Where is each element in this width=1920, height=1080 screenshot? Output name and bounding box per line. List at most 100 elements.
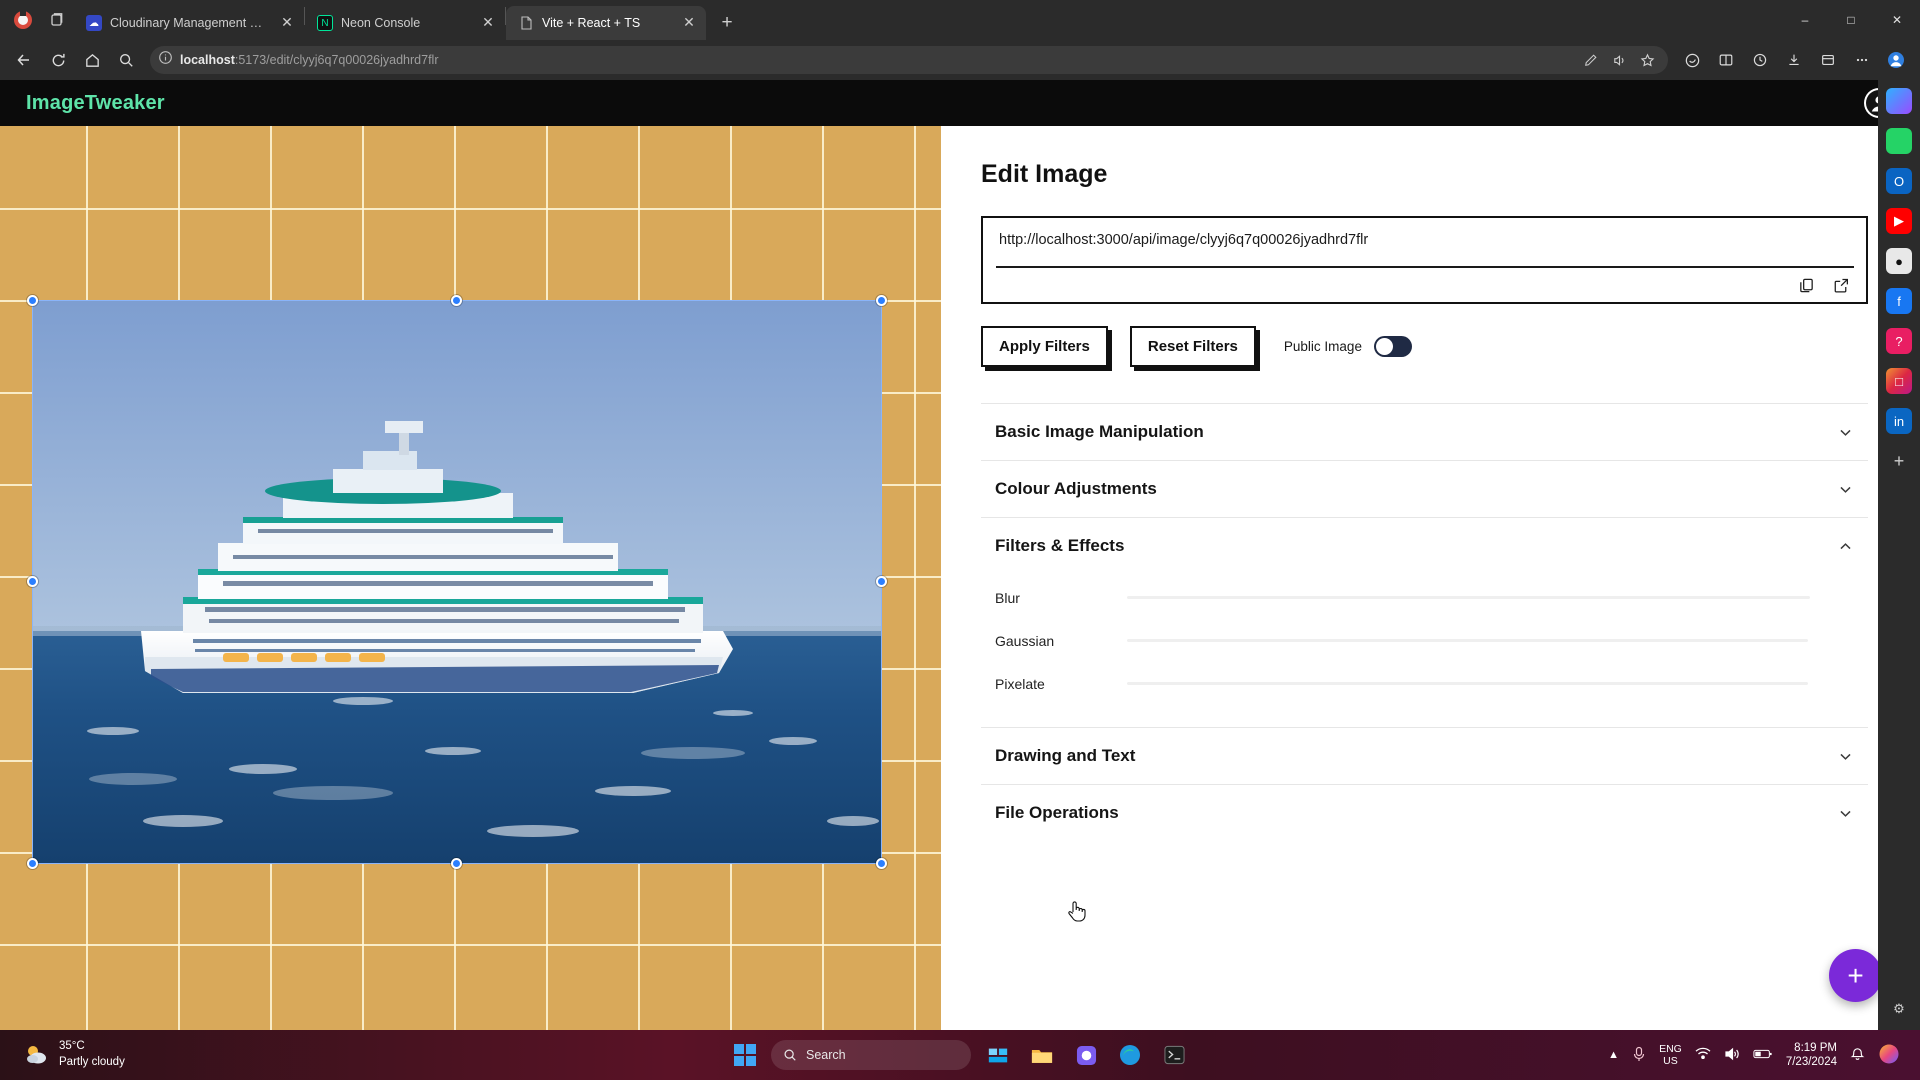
accordion-filters-and-effects[interactable]: Filters & Effects Blur Gaussian Pixelate bbox=[981, 517, 1868, 727]
history-icon[interactable] bbox=[1744, 45, 1776, 75]
slider-row-blur[interactable]: Blur bbox=[995, 576, 1854, 619]
terminal-icon[interactable] bbox=[1157, 1038, 1191, 1072]
open-external-icon[interactable] bbox=[1833, 277, 1850, 294]
pixelate-slider[interactable] bbox=[1127, 682, 1808, 685]
browser-tab-0[interactable]: ☁ Cloudinary Management Console ✕ bbox=[74, 6, 304, 40]
accordion-header[interactable]: Basic Image Manipulation bbox=[981, 404, 1868, 460]
accordion-header[interactable]: Drawing and Text bbox=[981, 728, 1868, 784]
collections-icon[interactable] bbox=[1812, 45, 1844, 75]
tab-search-icon[interactable] bbox=[40, 0, 74, 40]
chevron-down-icon[interactable] bbox=[1836, 804, 1854, 822]
copilot-icon[interactable] bbox=[1676, 45, 1708, 75]
show-hidden-icons-icon[interactable]: ▲ bbox=[1608, 1049, 1619, 1061]
favorite-star-icon[interactable] bbox=[1634, 48, 1660, 72]
accordion-colour-adjustments[interactable]: Colour Adjustments bbox=[981, 460, 1868, 517]
edge-icon[interactable] bbox=[1113, 1038, 1147, 1072]
public-image-switch[interactable] bbox=[1373, 336, 1412, 357]
resize-handle-top-center[interactable] bbox=[451, 295, 462, 306]
taskbar-clock[interactable]: 8:19 PM 7/23/2024 bbox=[1786, 1041, 1837, 1070]
tab-close-icon[interactable]: ✕ bbox=[680, 14, 698, 32]
maximize-button[interactable]: □ bbox=[1828, 0, 1874, 40]
tab-close-icon[interactable]: ✕ bbox=[278, 14, 296, 32]
resize-handle-middle-left[interactable] bbox=[27, 576, 38, 587]
public-image-toggle-group[interactable]: Public Image bbox=[1284, 336, 1412, 357]
youtube-icon[interactable]: ▶ bbox=[1886, 208, 1912, 234]
slider-row-gaussian[interactable]: Gaussian bbox=[995, 619, 1854, 662]
read-aloud-icon[interactable] bbox=[1606, 48, 1632, 72]
image-canvas[interactable] bbox=[0, 126, 941, 1030]
apply-filters-button[interactable]: Apply Filters bbox=[981, 326, 1108, 367]
add-icon[interactable]: + bbox=[1886, 448, 1912, 474]
home-icon[interactable] bbox=[76, 45, 108, 75]
chevron-down-icon[interactable] bbox=[1836, 480, 1854, 498]
windows-start-icon[interactable] bbox=[729, 1039, 761, 1071]
gaussian-slider[interactable] bbox=[1127, 639, 1808, 642]
instagram-icon[interactable]: □ bbox=[1886, 368, 1912, 394]
resize-handle-bottom-right[interactable] bbox=[876, 858, 887, 869]
language-indicator[interactable]: ENG US bbox=[1659, 1043, 1682, 1067]
accordion-header[interactable]: File Operations bbox=[981, 785, 1868, 841]
accordion-file-operations[interactable]: File Operations bbox=[981, 784, 1868, 841]
address-text: localhost:5173/edit/clyyj6q7q00026jyadhr… bbox=[180, 53, 439, 67]
minimize-button[interactable]: – bbox=[1782, 0, 1828, 40]
search-icon[interactable] bbox=[110, 45, 142, 75]
browser-tab-1[interactable]: N Neon Console ✕ bbox=[305, 6, 505, 40]
slider-row-pixelate[interactable]: Pixelate bbox=[995, 662, 1854, 705]
selected-image-wrapper[interactable] bbox=[27, 295, 887, 869]
copilot-icon[interactable] bbox=[1886, 88, 1912, 114]
tab-close-icon[interactable]: ✕ bbox=[479, 14, 497, 32]
whatsapp-icon[interactable] bbox=[1886, 128, 1912, 154]
reset-filters-button[interactable]: Reset Filters bbox=[1129, 326, 1256, 367]
refresh-icon[interactable] bbox=[42, 45, 74, 75]
resize-handle-bottom-left[interactable] bbox=[27, 858, 38, 869]
pen-icon[interactable] bbox=[1578, 48, 1604, 72]
app-menu-icon[interactable] bbox=[6, 0, 40, 40]
new-tab-button[interactable]: + bbox=[712, 8, 742, 38]
copy-icon[interactable] bbox=[1798, 277, 1815, 294]
add-floating-action-button[interactable]: + bbox=[1829, 949, 1882, 1002]
wifi-icon[interactable] bbox=[1695, 1047, 1711, 1063]
close-window-button[interactable]: ✕ bbox=[1874, 0, 1920, 40]
file-explorer-icon[interactable] bbox=[1025, 1038, 1059, 1072]
downloads-icon[interactable] bbox=[1778, 45, 1810, 75]
resize-handle-bottom-center[interactable] bbox=[451, 858, 462, 869]
address-bar[interactable]: localhost:5173/edit/clyyj6q7q00026jyadhr… bbox=[150, 46, 1668, 74]
back-arrow-icon[interactable] bbox=[8, 45, 40, 75]
facebook-icon[interactable]: f bbox=[1886, 288, 1912, 314]
battery-icon[interactable] bbox=[1753, 1048, 1773, 1063]
info-circle-icon[interactable] bbox=[158, 50, 173, 70]
chevron-down-icon[interactable] bbox=[1836, 423, 1854, 441]
omnibox-actions bbox=[1578, 48, 1660, 72]
app-brand[interactable]: ImageTweaker bbox=[26, 92, 165, 115]
github-icon[interactable]: ● bbox=[1886, 248, 1912, 274]
messenger-icon[interactable] bbox=[1069, 1038, 1103, 1072]
neon-icon: N bbox=[317, 15, 333, 31]
accordion-title: Basic Image Manipulation bbox=[995, 422, 1204, 441]
image-url-field[interactable]: http://localhost:3000/api/image/clyyj6q7… bbox=[981, 216, 1868, 304]
linkedin-icon[interactable]: in bbox=[1886, 408, 1912, 434]
accordion-header[interactable]: Colour Adjustments bbox=[981, 461, 1868, 517]
resize-handle-top-left[interactable] bbox=[27, 295, 38, 306]
resize-handle-middle-right[interactable] bbox=[876, 576, 887, 587]
chevron-down-icon[interactable] bbox=[1836, 747, 1854, 765]
split-screen-icon[interactable] bbox=[1710, 45, 1742, 75]
microphone-icon[interactable] bbox=[1632, 1046, 1646, 1065]
copilot-taskbar-icon[interactable] bbox=[1878, 1043, 1900, 1068]
settings-icon[interactable]: ⚙ bbox=[1886, 996, 1912, 1022]
taskbar-search-box[interactable]: Search bbox=[771, 1040, 971, 1070]
browser-tab-2[interactable]: Vite + React + TS ✕ bbox=[506, 6, 706, 40]
accordion-basic-image-manipulation[interactable]: Basic Image Manipulation bbox=[981, 403, 1868, 460]
help-icon[interactable]: ? bbox=[1886, 328, 1912, 354]
accordion-drawing-and-text[interactable]: Drawing and Text bbox=[981, 727, 1868, 784]
more-icon[interactable] bbox=[1846, 45, 1878, 75]
blur-slider[interactable] bbox=[1127, 596, 1810, 599]
chevron-up-icon[interactable] bbox=[1836, 537, 1854, 555]
weather-widget[interactable]: 35°C Partly cloudy bbox=[10, 1039, 125, 1070]
resize-handle-top-right[interactable] bbox=[876, 295, 887, 306]
bell-icon[interactable] bbox=[1850, 1046, 1865, 1065]
accordion-header[interactable]: Filters & Effects bbox=[981, 518, 1868, 574]
browser-profile-icon[interactable] bbox=[1880, 45, 1912, 75]
speaker-icon[interactable] bbox=[1724, 1047, 1740, 1064]
outlook-icon[interactable]: O bbox=[1886, 168, 1912, 194]
task-view-icon[interactable] bbox=[981, 1038, 1015, 1072]
